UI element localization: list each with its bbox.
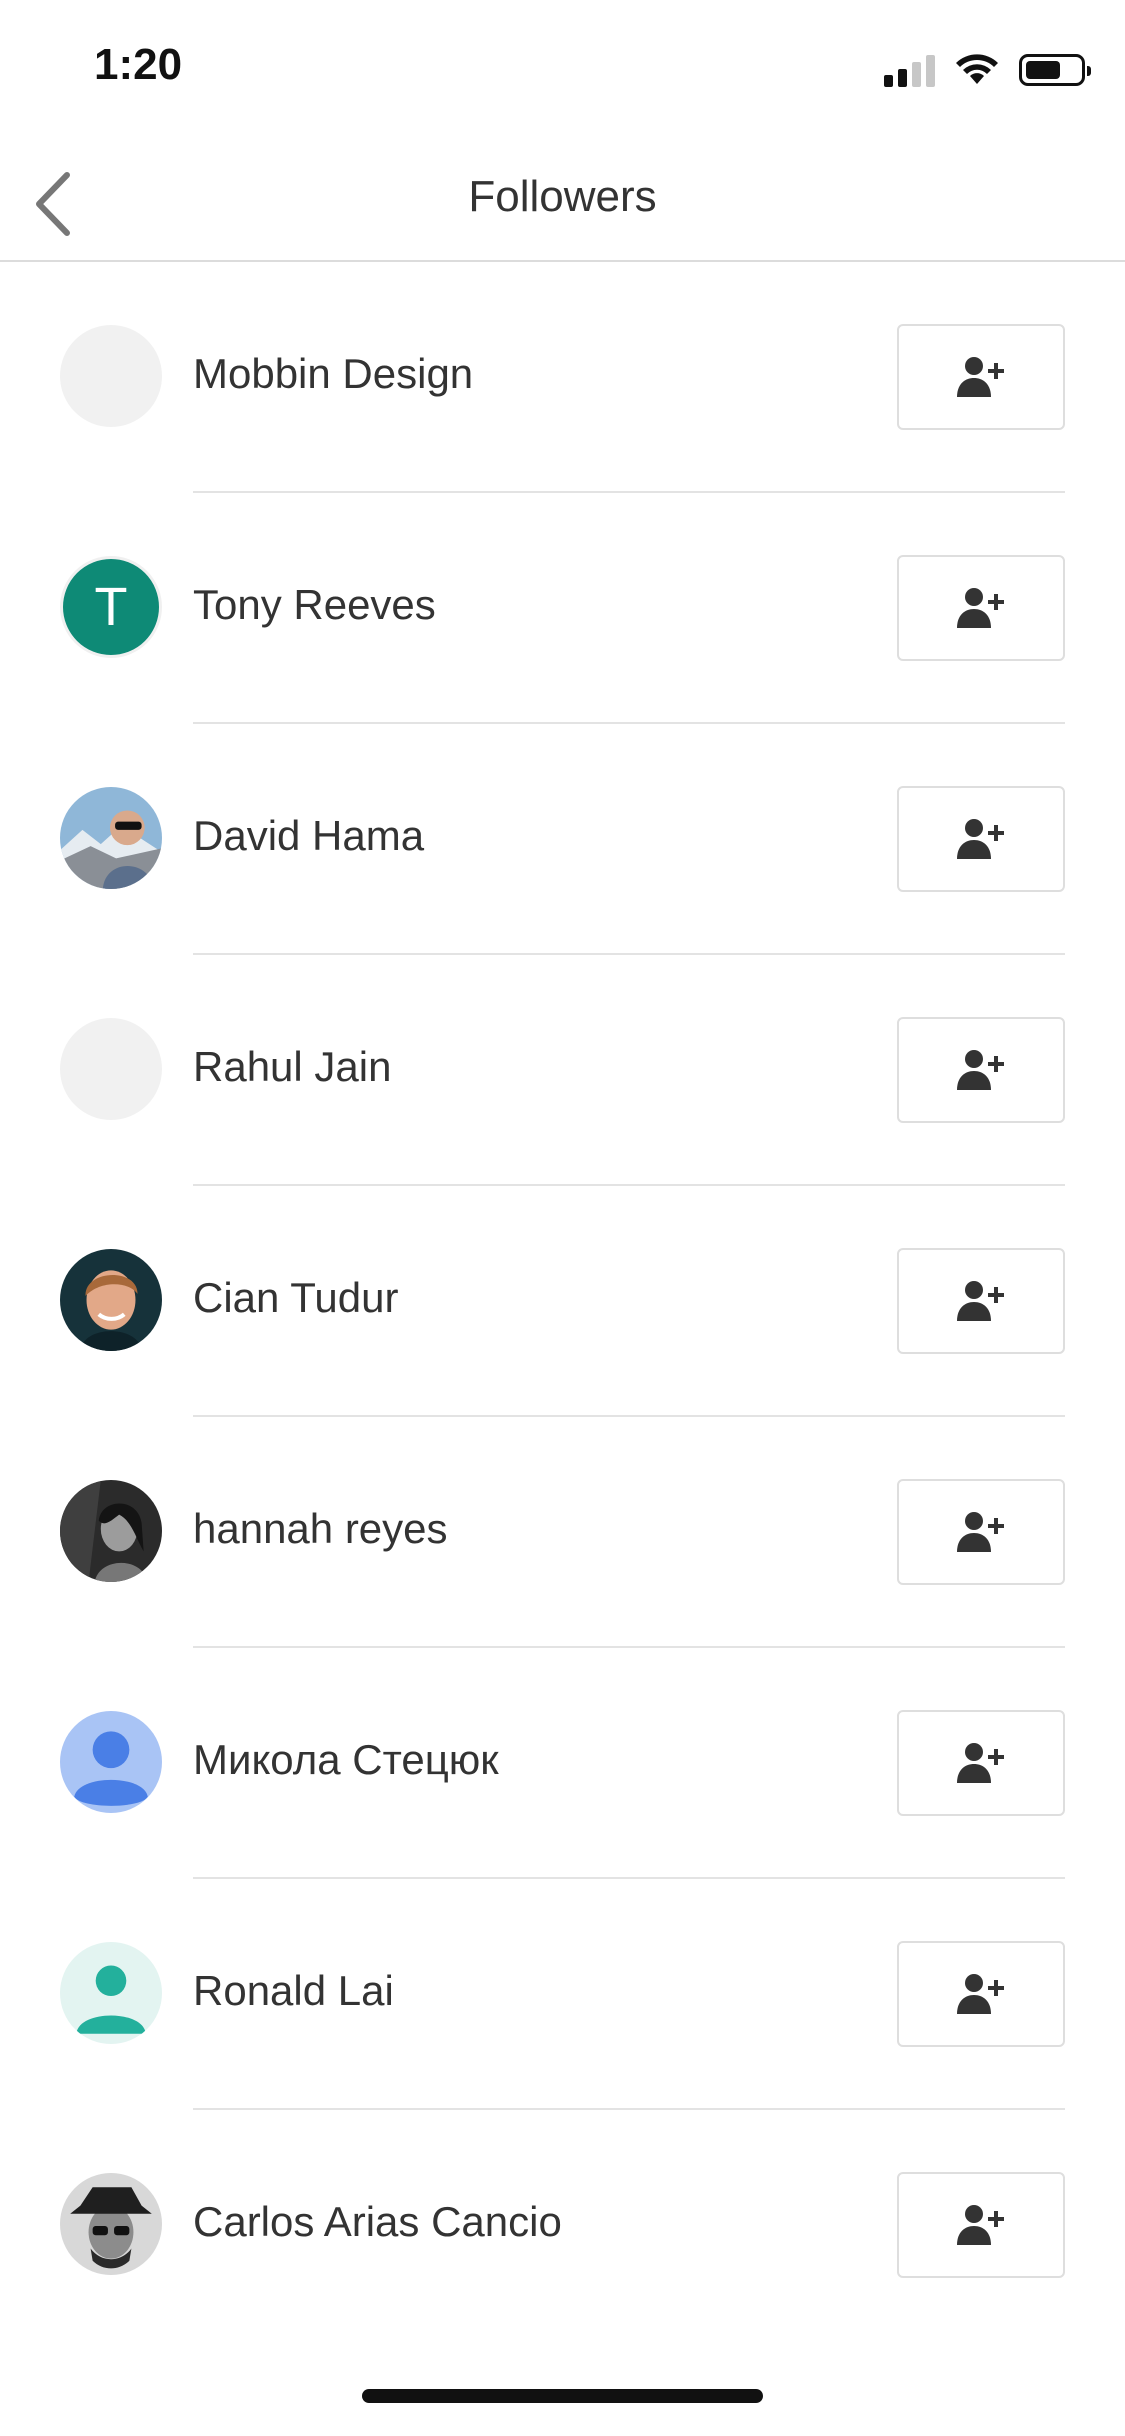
avatar [60, 1018, 162, 1120]
add-person-icon [957, 1512, 1004, 1552]
follow-button[interactable] [897, 1710, 1065, 1816]
follower-name: Cian Tudur [193, 1274, 399, 1321]
add-person-icon [957, 2205, 1004, 2245]
navigation-bar: Followers [0, 140, 1125, 262]
follower-row[interactable]: Ronald Lai [0, 1879, 1125, 2110]
follower-row[interactable]: Rahul Jain [0, 955, 1125, 1186]
follower-row[interactable]: David Hama [0, 724, 1125, 955]
add-person-icon [957, 819, 1004, 859]
follow-button[interactable] [897, 2172, 1065, 2278]
avatar [60, 2173, 162, 2275]
follow-button[interactable] [897, 1479, 1065, 1585]
avatar [60, 325, 162, 427]
follower-row[interactable]: Микола Стецюк [0, 1648, 1125, 1879]
add-person-icon [957, 1743, 1004, 1783]
follower-row[interactable]: hannah reyes [0, 1417, 1125, 1648]
add-person-icon [957, 1050, 1004, 1090]
follower-name: hannah reyes [193, 1505, 448, 1552]
status-bar: 1:20 [0, 0, 1125, 140]
page-title: Followers [468, 172, 657, 221]
follower-name: Carlos Arias Cancio [193, 2198, 562, 2245]
follow-button[interactable] [897, 786, 1065, 892]
add-person-icon [957, 1281, 1004, 1321]
avatar [60, 1942, 162, 2044]
follow-button[interactable] [897, 1941, 1065, 2047]
add-person-icon [957, 588, 1004, 628]
add-person-icon [957, 1974, 1004, 2014]
follower-name: David Hama [193, 812, 425, 859]
follower-row[interactable]: Mobbin Design [0, 262, 1125, 493]
follower-row[interactable]: Cian Tudur [0, 1186, 1125, 1417]
follow-button[interactable] [897, 324, 1065, 430]
follower-name: Mobbin Design [193, 350, 474, 397]
followers-list: Mobbin Design T Tony Reeves David Hama R… [0, 262, 1125, 2341]
follow-button[interactable] [897, 1248, 1065, 1354]
home-indicator[interactable] [362, 2389, 763, 2403]
status-icons [884, 50, 1091, 90]
avatar: T [60, 556, 162, 658]
avatar [60, 1711, 162, 1813]
avatar [60, 1480, 162, 1582]
avatar [60, 1249, 162, 1351]
follower-name: Rahul Jain [193, 1043, 392, 1090]
battery-icon [1019, 54, 1091, 86]
wifi-icon [956, 54, 998, 84]
follower-name: Tony Reeves [193, 581, 436, 628]
follower-row[interactable]: Carlos Arias Cancio [0, 2110, 1125, 2341]
follower-row[interactable]: T Tony Reeves [0, 493, 1125, 724]
follow-button[interactable] [897, 1017, 1065, 1123]
status-time: 1:20 [94, 40, 183, 89]
follower-name: Ronald Lai [193, 1967, 394, 2014]
follower-name: Микола Стецюк [193, 1736, 499, 1783]
add-person-icon [957, 357, 1004, 397]
avatar [60, 787, 162, 889]
cellular-signal-icon [884, 53, 935, 87]
follow-button[interactable] [897, 555, 1065, 661]
